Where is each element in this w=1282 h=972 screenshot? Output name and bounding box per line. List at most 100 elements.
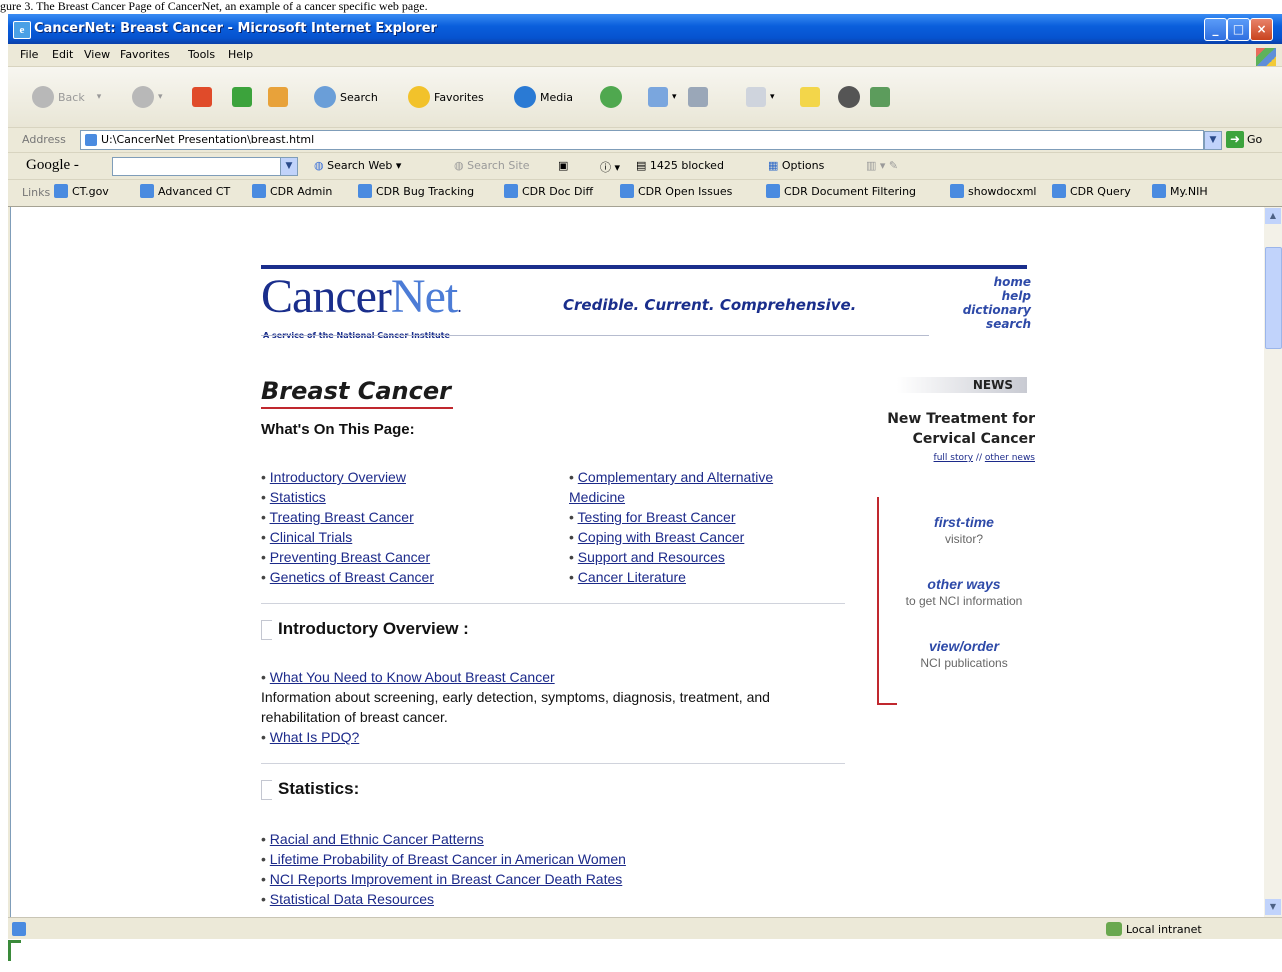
link-page-icon bbox=[140, 184, 154, 198]
link-my-nih[interactable]: My.NIH bbox=[1152, 184, 1208, 198]
menu-file[interactable]: File bbox=[20, 48, 38, 61]
favorites-button[interactable]: Favorites bbox=[408, 84, 484, 110]
options-button[interactable]: ▦ Options bbox=[768, 159, 824, 172]
discuss-button[interactable] bbox=[800, 84, 824, 110]
news-full-story-link[interactable]: full story bbox=[934, 453, 974, 463]
toc-link[interactable]: Preventing Breast Cancer bbox=[270, 549, 430, 565]
link-ctgov[interactable]: CT.gov bbox=[54, 184, 109, 198]
link-cdr-query[interactable]: CDR Query bbox=[1052, 184, 1131, 198]
page-info-icon[interactable]: ⓘ ▾ bbox=[600, 159, 620, 175]
toc-link[interactable]: Medicine bbox=[569, 489, 625, 505]
standard-toolbar: Back ▾ ▾ Search Favorites Media ▾ ▾ bbox=[8, 67, 1282, 128]
messenger-button[interactable] bbox=[838, 84, 864, 110]
stats-link-row: • Lifetime Probability of Breast Cancer … bbox=[261, 851, 626, 867]
google-logo[interactable]: Google - bbox=[26, 157, 79, 174]
toc-link[interactable]: Statistics bbox=[270, 489, 326, 505]
research-button[interactable] bbox=[870, 84, 894, 110]
link-showdocxml[interactable]: showdocxml bbox=[950, 184, 1036, 198]
link-page-icon bbox=[1052, 184, 1066, 198]
address-input[interactable]: U:\CancerNet Presentation\breast.html bbox=[80, 130, 1204, 150]
link-page-icon bbox=[252, 184, 266, 198]
search-button[interactable]: Search bbox=[314, 84, 378, 110]
edit-button[interactable]: ▾ bbox=[746, 84, 775, 110]
page-title: Breast Cancer bbox=[261, 377, 451, 405]
toc-link[interactable]: Clinical Trials bbox=[270, 529, 352, 545]
menu-tools[interactable]: Tools bbox=[188, 48, 215, 61]
toc-item: • Treating Breast Cancer bbox=[261, 509, 414, 525]
nav-help[interactable]: help bbox=[931, 289, 1031, 303]
vertical-scrollbar[interactable]: ▲ ▼ bbox=[1264, 207, 1282, 917]
scroll-up-icon[interactable]: ▲ bbox=[1265, 208, 1281, 224]
toc-link[interactable]: Treating Breast Cancer bbox=[270, 509, 414, 525]
media-button[interactable]: Media bbox=[514, 84, 573, 110]
intro-link[interactable]: What Is PDQ? bbox=[270, 729, 359, 745]
print-button[interactable] bbox=[688, 84, 712, 110]
menu-edit[interactable]: Edit bbox=[52, 48, 73, 61]
google-search-input[interactable] bbox=[112, 157, 282, 176]
intro-link-row: • What Is PDQ? bbox=[261, 729, 360, 745]
nav-search[interactable]: search bbox=[931, 317, 1031, 331]
forward-button[interactable]: ▾ bbox=[132, 84, 163, 110]
other-ways-link[interactable]: other ways to get NCI information bbox=[889, 575, 1039, 609]
toc-left: • Introductory Overview • Statistics • T… bbox=[261, 467, 434, 587]
stop-button[interactable] bbox=[192, 84, 216, 110]
link-cdr-bug-tracking[interactable]: CDR Bug Tracking bbox=[358, 184, 474, 198]
toc-link[interactable]: Coping with Breast Cancer bbox=[578, 529, 745, 545]
stats-link[interactable]: Lifetime Probability of Breast Cancer in… bbox=[270, 851, 626, 867]
view-order-link[interactable]: view/order NCI publications bbox=[889, 637, 1039, 671]
google-dropdown-icon[interactable]: ▼ bbox=[280, 157, 298, 176]
first-time-visitor-link[interactable]: first-time visitor? bbox=[889, 513, 1039, 547]
toc-link[interactable]: Cancer Literature bbox=[578, 569, 686, 585]
highlight-icon[interactable]: ▥ ▾ ✎ bbox=[866, 159, 898, 172]
maximize-button[interactable]: □ bbox=[1227, 18, 1250, 41]
search-site-icon: ◍ bbox=[454, 159, 468, 172]
go-button[interactable]: ➜ Go bbox=[1226, 131, 1262, 148]
search-site-button[interactable]: ◍ Search Site bbox=[454, 159, 530, 172]
site-tagline: Credible. Current. Comprehensive. bbox=[563, 296, 857, 314]
home-button[interactable] bbox=[268, 84, 292, 110]
toc-link[interactable]: Introductory Overview bbox=[270, 469, 406, 485]
link-cdr-admin[interactable]: CDR Admin bbox=[252, 184, 332, 198]
toc-link[interactable]: Testing for Breast Cancer bbox=[578, 509, 736, 525]
address-dropdown-icon[interactable]: ▼ bbox=[1204, 131, 1222, 150]
toc-link[interactable]: Complementary and Alternative bbox=[578, 469, 773, 485]
nav-home[interactable]: home bbox=[931, 275, 1031, 289]
toc-link[interactable]: Genetics of Breast Cancer bbox=[270, 569, 434, 585]
popup-blocker-button[interactable]: ▤ 1425 blocked bbox=[636, 159, 724, 172]
close-button[interactable]: × bbox=[1250, 18, 1273, 41]
stats-link[interactable]: Racial and Ethnic Cancer Patterns bbox=[270, 831, 484, 847]
page-rank-icon: ▣ bbox=[558, 159, 569, 172]
link-advanced-ct[interactable]: Advanced CT bbox=[140, 184, 230, 198]
forward-arrow-icon bbox=[132, 86, 154, 108]
history-button[interactable] bbox=[600, 84, 626, 110]
scroll-down-icon[interactable]: ▼ bbox=[1265, 899, 1281, 915]
back-arrow-icon bbox=[32, 86, 54, 108]
refresh-button[interactable] bbox=[232, 84, 256, 110]
menu-view[interactable]: View bbox=[84, 48, 110, 61]
browser-window: e CancerNet: Breast Cancer - Microsoft I… bbox=[8, 14, 1282, 939]
link-cdr-document-filtering[interactable]: CDR Document Filtering bbox=[766, 184, 916, 198]
intro-heading: Introductory Overview : bbox=[261, 619, 469, 640]
stats-heading: Statistics: bbox=[261, 779, 359, 800]
stats-link[interactable]: Statistical Data Resources bbox=[270, 891, 434, 907]
menu-favorites[interactable]: Favorites bbox=[120, 48, 170, 61]
messenger-icon bbox=[838, 86, 860, 108]
link-cdr-open-issues[interactable]: CDR Open Issues bbox=[620, 184, 732, 198]
search-web-button[interactable]: ◍ Search Web ▾ bbox=[314, 159, 401, 172]
intro-link-row: • What You Need to Know About Breast Can… bbox=[261, 669, 555, 685]
link-cdr-doc-diff[interactable]: CDR Doc Diff bbox=[504, 184, 593, 198]
menu-help[interactable]: Help bbox=[228, 48, 253, 61]
mail-button[interactable]: ▾ bbox=[648, 84, 677, 110]
cancernet-logo[interactable]: CancerNet. bbox=[261, 269, 462, 324]
intro-text: rehabilitation of breast cancer. bbox=[261, 709, 448, 725]
page-viewport: CancerNet. A service of the National Can… bbox=[10, 207, 1265, 917]
stats-link[interactable]: NCI Reports Improvement in Breast Cancer… bbox=[270, 871, 622, 887]
research-icon bbox=[870, 87, 890, 107]
toc-link[interactable]: Support and Resources bbox=[578, 549, 725, 565]
news-other-link[interactable]: other news bbox=[985, 453, 1035, 463]
minimize-button[interactable]: _ bbox=[1204, 18, 1227, 41]
nav-dictionary[interactable]: dictionary bbox=[931, 303, 1031, 317]
scroll-thumb[interactable] bbox=[1265, 247, 1282, 349]
back-button[interactable]: Back ▾ bbox=[32, 84, 101, 110]
intro-link[interactable]: What You Need to Know About Breast Cance… bbox=[270, 669, 555, 685]
